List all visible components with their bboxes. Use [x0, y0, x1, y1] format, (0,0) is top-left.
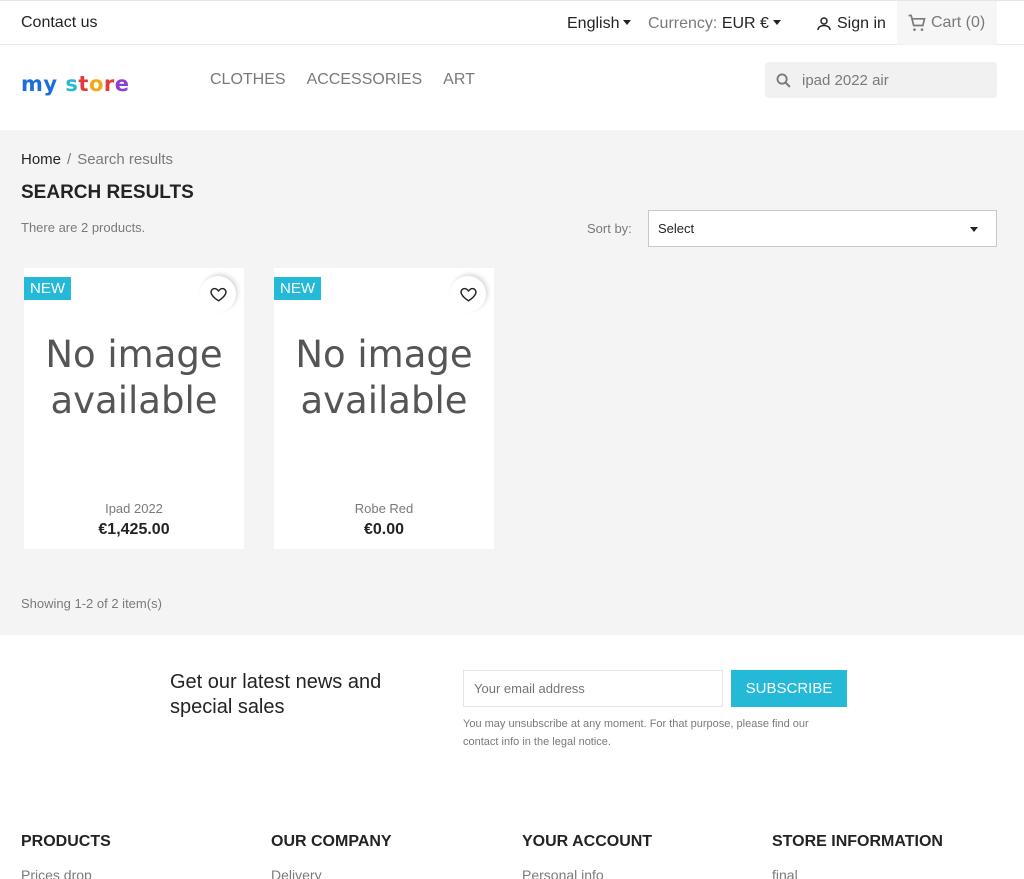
heart-icon [209, 287, 227, 302]
page-title: Search results [21, 182, 194, 203]
product-name[interactable]: Ipad 2022 [24, 501, 244, 516]
pagination-summary: Showing 1-2 of 2 item(s) [21, 596, 162, 611]
sign-in-label: Sign in [837, 15, 886, 32]
footer-link[interactable]: Personal info [522, 867, 652, 879]
sign-in-link[interactable]: Sign in [815, 15, 886, 33]
breadcrumb-home[interactable]: Home [21, 151, 61, 168]
newsletter-block: Get our latest news and special sales Su… [0, 635, 1024, 795]
footer-column-products: Products Prices drop [21, 833, 111, 879]
sort-label: Sort by: [587, 221, 632, 236]
footer-column-company: Our company Delivery [271, 833, 392, 879]
currency-selector[interactable]: Currency: EUR € [648, 15, 781, 33]
footer-column-account: Your account Personal info [522, 833, 652, 879]
sort-select-value: Select [658, 221, 695, 236]
footer-link: final [772, 867, 798, 879]
menu-item-clothes[interactable]: Clothes [210, 71, 286, 89]
product-count: There are 2 products. [21, 220, 146, 235]
breadcrumb-current: Search results [77, 151, 174, 168]
currency-value: EUR € [721, 15, 769, 32]
footer-column-title: Store information [772, 833, 943, 850]
product-card[interactable]: New No image available Ipad 2022 €1,425.0… [24, 268, 244, 549]
top-nav: Contact us English Currency: EUR € Sign … [0, 0, 1024, 45]
currency-label: Currency: [648, 15, 718, 32]
cart-icon [908, 14, 926, 31]
subscribe-button[interactable]: Subscribe [731, 670, 847, 707]
language-label: English [567, 15, 620, 32]
cart-label: Cart (0) [931, 14, 986, 31]
site-footer: Products Prices drop Our company Deliver… [0, 795, 1024, 879]
sort-select[interactable]: Select [648, 210, 997, 247]
footer-column-title: Your account [522, 833, 653, 850]
newsletter-title: Get our latest news and special sales [170, 671, 382, 718]
footer-link[interactable]: Prices drop [21, 867, 111, 879]
no-image-placeholder[interactable]: No image available [24, 332, 244, 424]
new-flag: New [24, 277, 71, 300]
product-name[interactable]: Robe Red [274, 501, 494, 516]
site-header: my store Clothes Accessories Art [0, 45, 1024, 130]
no-image-placeholder[interactable]: No image available [274, 332, 494, 424]
search-box [765, 62, 997, 98]
cart-button[interactable]: Cart (0) [897, 1, 997, 45]
main-content: Home / Search results Search results There… [0, 130, 1024, 635]
language-selector[interactable]: English [567, 15, 632, 33]
new-flag: New [274, 277, 321, 300]
heart-icon [459, 287, 477, 302]
menu-item-art[interactable]: Art [443, 71, 475, 89]
newsletter-note: You may unsubscribe at any moment. For t… [463, 718, 809, 748]
product-price: €1,425.00 [98, 521, 170, 538]
wishlist-button[interactable] [450, 276, 486, 312]
caret-down-icon [772, 20, 781, 25]
footer-column-title: Products [21, 833, 111, 850]
search-icon[interactable] [775, 72, 792, 89]
footer-column-store-info: Store information final [772, 833, 943, 879]
menu-item-accessories[interactable]: Accessories [307, 71, 423, 89]
caret-down-icon [623, 20, 632, 25]
footer-link[interactable]: Delivery [271, 867, 392, 879]
store-logo[interactable]: my store [21, 72, 129, 96]
main-menu: Clothes Accessories Art [210, 71, 475, 89]
contact-us-link[interactable]: Contact us [21, 14, 97, 32]
breadcrumb: Home / Search results [21, 151, 173, 168]
email-field[interactable] [463, 670, 723, 707]
footer-column-title: Our company [271, 833, 392, 850]
caret-down-icon [970, 227, 978, 232]
search-input[interactable] [802, 71, 982, 89]
product-card[interactable]: New No image available Robe Red €0.00 [274, 268, 494, 549]
wishlist-button[interactable] [200, 276, 236, 312]
product-price: €0.00 [363, 521, 405, 538]
person-icon [817, 17, 831, 31]
breadcrumb-separator: / [67, 151, 72, 168]
